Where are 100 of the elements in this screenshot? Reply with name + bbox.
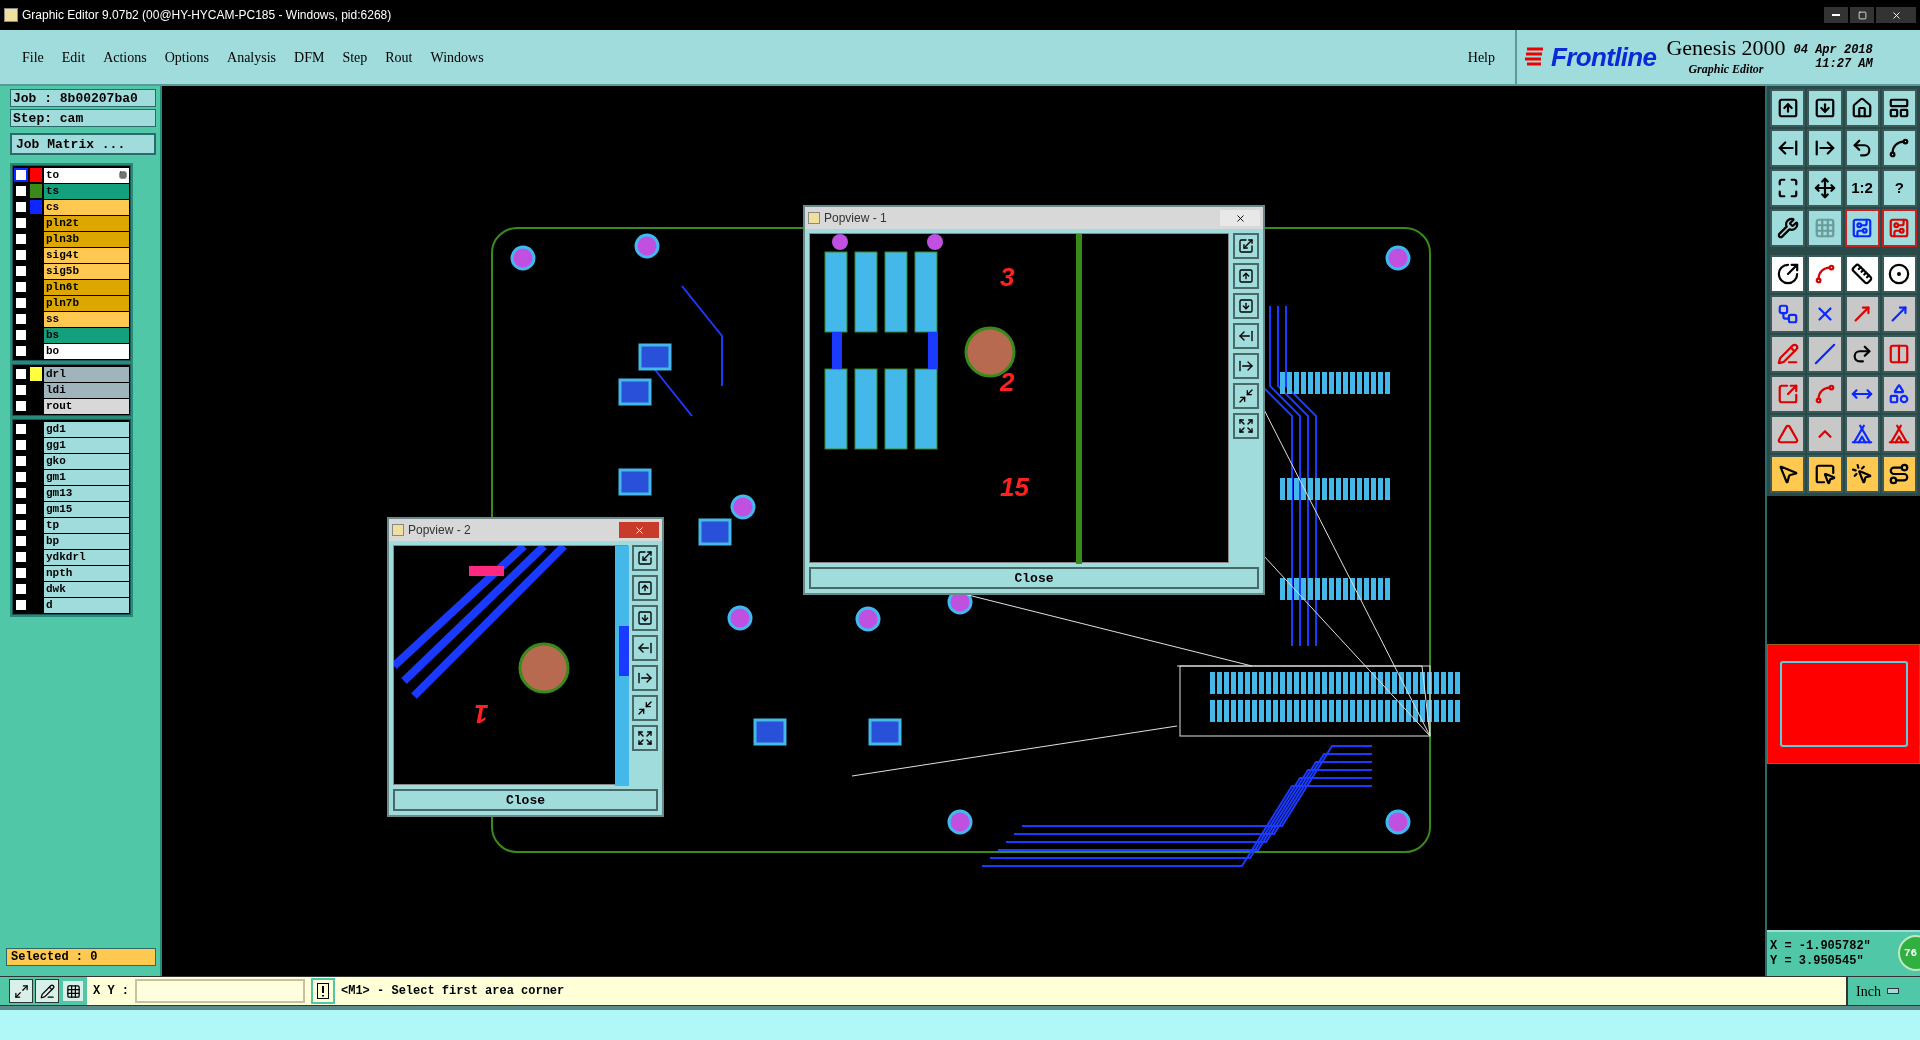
toolbar-button[interactable]: [1770, 209, 1806, 247]
menu-item[interactable]: Actions: [103, 46, 147, 68]
layer-row[interactable]: ss: [44, 311, 129, 327]
toolbar-button[interactable]: [1881, 295, 1917, 333]
layer-row[interactable]: rout: [44, 398, 129, 414]
menu-item[interactable]: Options: [164, 46, 210, 68]
layer-row[interactable]: bp: [44, 533, 129, 549]
layer-checkbox[interactable]: [14, 367, 28, 381]
layer-row[interactable]: pln3b: [44, 231, 129, 247]
toolbar-button[interactable]: [1770, 169, 1806, 207]
toolbar-button[interactable]: [1881, 335, 1917, 373]
layer-row[interactable]: pln2t: [44, 215, 129, 231]
popview-tool-button[interactable]: [1233, 383, 1259, 409]
popview-close-button[interactable]: Close: [393, 789, 658, 811]
layer-checkbox[interactable]: [14, 598, 28, 612]
layer-row[interactable]: bs: [44, 327, 129, 343]
layer-row[interactable]: ydkdrl: [44, 549, 129, 565]
layer-row[interactable]: cs: [44, 199, 129, 215]
popview-tool-button[interactable]: [632, 575, 658, 601]
popview-tool-button[interactable]: [1233, 413, 1259, 439]
layer-row[interactable]: tp: [44, 517, 129, 533]
toolbar-button[interactable]: [1770, 455, 1806, 493]
layer-row[interactable]: npth: [44, 565, 129, 581]
toolbar-button[interactable]: ?: [1881, 169, 1917, 207]
toolbar-button[interactable]: [1807, 255, 1843, 293]
popview-tool-button[interactable]: [632, 695, 658, 721]
popview-close-button[interactable]: Close: [809, 567, 1259, 589]
toolbar-button[interactable]: [1881, 415, 1917, 453]
popview-tool-button[interactable]: [1233, 263, 1259, 289]
menu-item[interactable]: Windows: [430, 46, 484, 68]
popview-tool-button[interactable]: [1233, 323, 1259, 349]
layer-row[interactable]: to: [44, 167, 129, 183]
layer-checkbox[interactable]: [14, 454, 28, 468]
layer-row[interactable]: drl: [44, 366, 129, 382]
toolbar-button[interactable]: [1770, 295, 1806, 333]
layer-checkbox[interactable]: [14, 470, 28, 484]
layer-row[interactable]: gg1: [44, 437, 129, 453]
layer-checkbox[interactable]: [14, 566, 28, 580]
toolbar-button[interactable]: [1881, 89, 1917, 127]
layer-checkbox[interactable]: [14, 534, 28, 548]
popview-tool-button[interactable]: [632, 665, 658, 691]
toolbar-button[interactable]: [1770, 335, 1806, 373]
toolbar-button[interactable]: [1844, 209, 1880, 247]
layer-row[interactable]: gm15: [44, 501, 129, 517]
layer-checkbox[interactable]: [14, 200, 28, 214]
toolbar-button[interactable]: [1881, 455, 1917, 493]
popview-tool-button[interactable]: [1233, 293, 1259, 319]
menu-item[interactable]: Edit: [61, 46, 86, 68]
layer-checkbox[interactable]: [14, 438, 28, 452]
toolbar-button[interactable]: [1844, 255, 1880, 293]
toolbar-button[interactable]: [1770, 375, 1806, 413]
minimize-button[interactable]: [1824, 7, 1848, 23]
help-menu[interactable]: Help: [1467, 46, 1495, 68]
layer-checkbox[interactable]: [14, 232, 28, 246]
layer-checkbox[interactable]: [14, 502, 28, 516]
toolbar-button[interactable]: [1807, 455, 1843, 493]
layer-checkbox[interactable]: [14, 216, 28, 230]
layer-checkbox[interactable]: [14, 344, 28, 358]
layer-row[interactable]: sig4t: [44, 247, 129, 263]
layer-row[interactable]: d: [44, 597, 129, 613]
toolbar-button[interactable]: [1844, 89, 1880, 127]
toolbar-button[interactable]: [1844, 295, 1880, 333]
popview-tool-button[interactable]: [632, 725, 658, 751]
toolbar-button[interactable]: [1844, 415, 1880, 453]
popview-tool-button[interactable]: [1233, 353, 1259, 379]
toolbar-button[interactable]: [1770, 255, 1806, 293]
grid-snap-button[interactable]: [61, 979, 85, 1003]
layer-checkbox[interactable]: [14, 518, 28, 532]
layer-checkbox[interactable]: [14, 280, 28, 294]
layer-checkbox[interactable]: [14, 312, 28, 326]
menu-item[interactable]: Rout: [385, 46, 413, 68]
toolbar-button[interactable]: [1881, 255, 1917, 293]
toolbar-button[interactable]: [1844, 375, 1880, 413]
popview-tool-button[interactable]: [632, 605, 658, 631]
menu-item[interactable]: Step: [342, 46, 368, 68]
toolbar-button[interactable]: [1881, 375, 1917, 413]
layer-row[interactable]: gd1: [44, 421, 129, 437]
popview-tool-button[interactable]: [632, 635, 658, 661]
layer-checkbox[interactable]: [14, 550, 28, 564]
toolbar-button[interactable]: [1881, 129, 1917, 167]
toolbar-button[interactable]: 1:2: [1844, 169, 1880, 207]
toolbar-button[interactable]: [1807, 129, 1843, 167]
toolbar-button[interactable]: [1844, 129, 1880, 167]
layer-checkbox[interactable]: [14, 399, 28, 413]
layer-row[interactable]: dwk: [44, 581, 129, 597]
layer-checkbox[interactable]: [14, 184, 28, 198]
layer-row[interactable]: gko: [44, 453, 129, 469]
menu-item[interactable]: Analysis: [227, 46, 277, 68]
toolbar-button[interactable]: [1844, 455, 1880, 493]
layer-checkbox[interactable]: [14, 486, 28, 500]
layer-row[interactable]: pln6t: [44, 279, 129, 295]
layer-row[interactable]: ldi: [44, 382, 129, 398]
xy-input-field[interactable]: [135, 979, 305, 1003]
layer-row[interactable]: pln7b: [44, 295, 129, 311]
layer-checkbox[interactable]: [14, 168, 28, 182]
maximize-button[interactable]: [1850, 7, 1874, 23]
angle-button[interactable]: [35, 979, 59, 1003]
layer-row[interactable]: bo: [44, 343, 129, 359]
toolbar-button[interactable]: [1770, 415, 1806, 453]
alert-button[interactable]: [311, 978, 335, 1004]
